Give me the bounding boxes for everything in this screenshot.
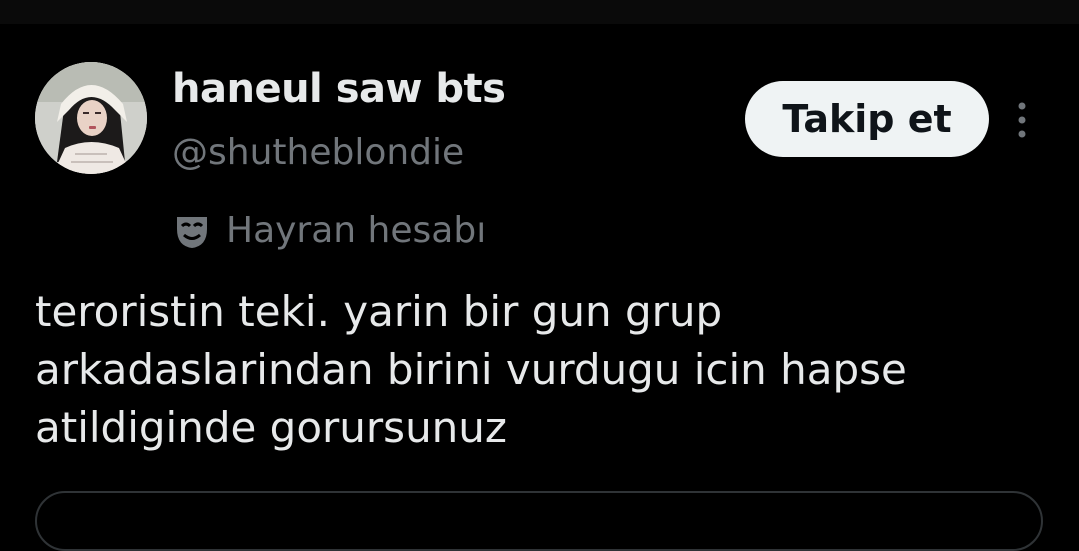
author-display-name[interactable]: haneul saw bts [172,64,506,114]
theater-mask-icon [172,211,212,251]
author-handle[interactable]: @shutheblondie [172,130,464,176]
profile-photo [35,62,147,174]
follow-button[interactable]: Takip et [745,81,989,157]
account-label-text: Hayran hesabı [226,210,487,251]
avatar[interactable] [35,62,147,174]
tweet-body: teroristin teki. yarin bir gun grup arka… [35,287,907,452]
quote-card[interactable] [35,491,1043,551]
top-divider [0,0,1079,24]
vertical-ellipsis-icon[interactable] [1008,98,1036,142]
account-label: Hayran hesabı [172,206,486,256]
